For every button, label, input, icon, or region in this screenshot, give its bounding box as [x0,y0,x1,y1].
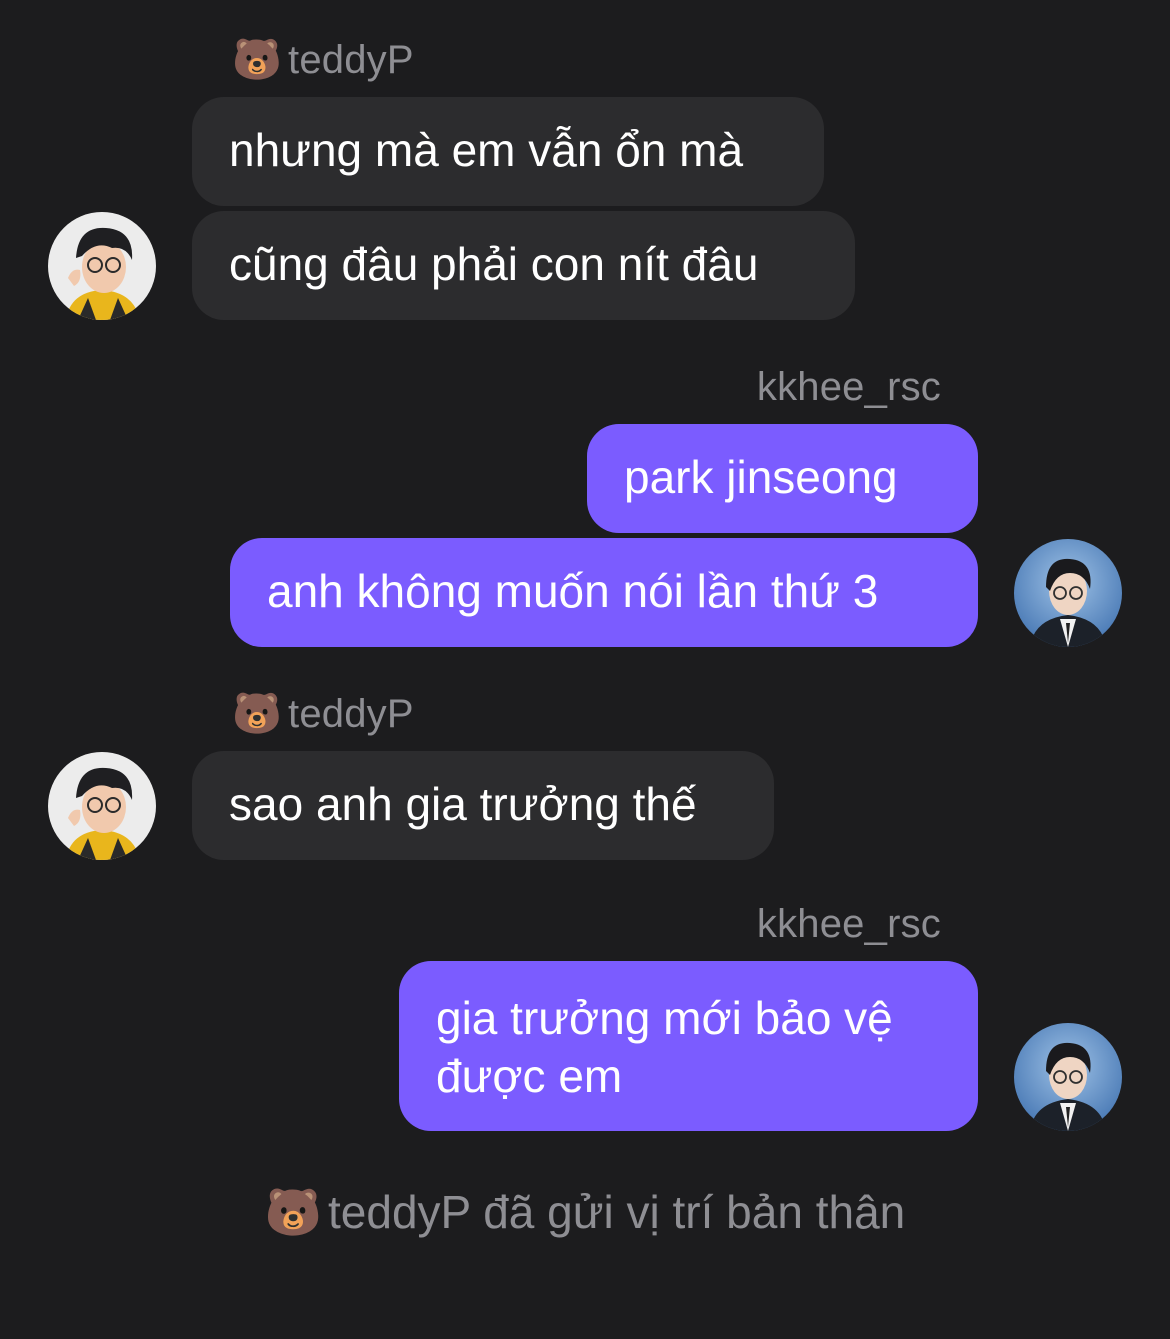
system-notice-location: 🐻 teddyP đã gửi vị trí bản thân [0,1184,1170,1240]
sender-name-teddy: 🐻 teddyP [232,36,414,84]
bear-emoji-icon: 🐻 [264,1185,323,1239]
sender-name-label: teddyP [288,38,414,82]
message-bubble-incoming[interactable]: cũng đâu phải con nít đâu [192,211,855,320]
avatar-kkhee-image [1014,539,1122,647]
avatar-kkhee-image [1014,1023,1122,1131]
sender-name-kkhee: kkhee_rsc [756,365,941,409]
bear-emoji-icon: 🐻 [232,37,283,83]
message-bubble-outgoing[interactable]: gia trưởng mới bảo vệ được em [399,961,978,1131]
sender-name-kkhee: kkhee_rsc [756,902,941,946]
avatar-teddy-image [48,212,156,320]
sender-name-teddy: 🐻 teddyP [232,690,414,738]
avatar-teddy-image [48,752,156,860]
message-bubble-incoming[interactable]: nhưng mà em vẫn ổn mà [192,97,824,206]
avatar-teddy[interactable] [48,752,156,860]
bear-emoji-icon: 🐻 [232,691,283,737]
chat-thread[interactable]: 🐻 teddyP nhưng mà em vẫn ổn mà cũng đâu p… [0,0,1170,1339]
avatar-teddy[interactable] [48,212,156,320]
message-bubble-outgoing[interactable]: park jinseong [587,424,978,533]
message-bubble-incoming[interactable]: sao anh gia trưởng thế [192,751,774,860]
system-notice-text: teddyP đã gửi vị trí bản thân [328,1186,906,1238]
avatar-kkhee[interactable] [1014,1023,1122,1131]
sender-name-label: teddyP [288,692,414,736]
avatar-kkhee[interactable] [1014,539,1122,647]
message-bubble-outgoing[interactable]: anh không muốn nói lần thứ 3 [230,538,978,647]
